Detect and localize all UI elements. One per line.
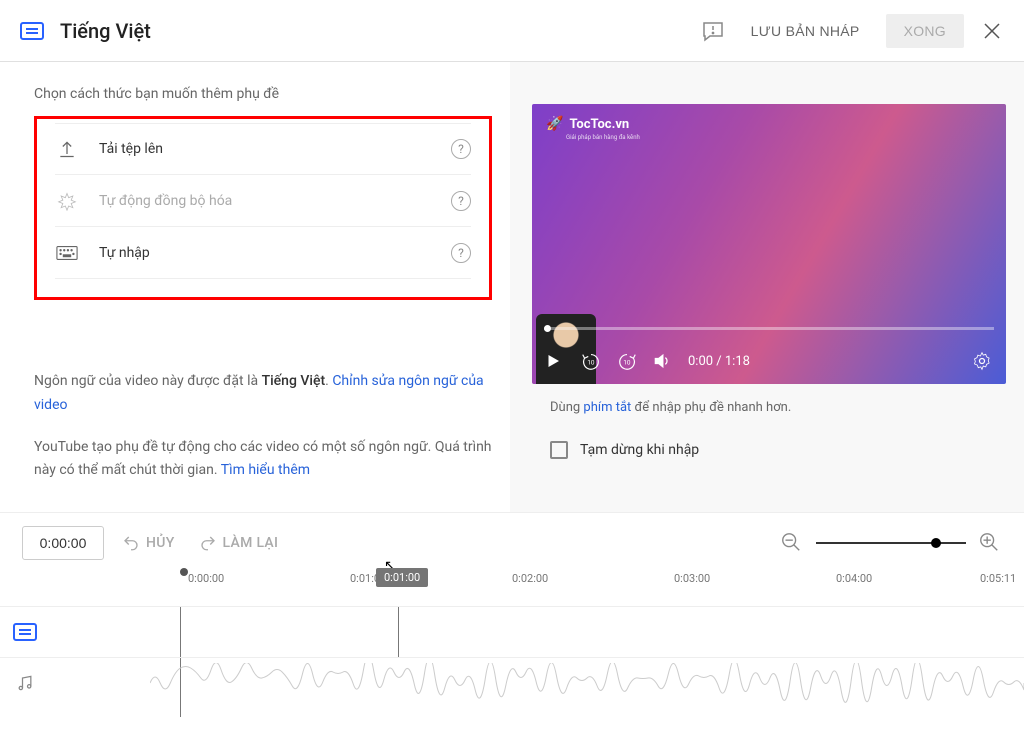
- ruler-tooltip: 0:01:00: [376, 568, 428, 587]
- page-title: Tiếng Việt: [60, 19, 151, 43]
- play-icon[interactable]: [544, 350, 566, 372]
- upload-icon: [55, 137, 79, 161]
- method-manual[interactable]: Tự nhập ?: [55, 227, 471, 279]
- redo-button[interactable]: LÀM LẠI: [193, 534, 285, 552]
- ruler-tick: 0:05:11: [980, 572, 1016, 585]
- header: Tiếng Việt LƯU BẢN NHÁP XONG: [0, 0, 1024, 62]
- pause-checkbox-label: Tạm dừng khi nhập: [580, 442, 699, 458]
- ruler-tick: 0:04:00: [836, 572, 872, 585]
- volume-icon[interactable]: [652, 350, 674, 372]
- save-draft-button[interactable]: LƯU BẢN NHÁP: [741, 15, 870, 47]
- video-time: 0:00 / 1:18: [688, 354, 750, 369]
- help-icon[interactable]: ?: [451, 243, 471, 263]
- method-upload[interactable]: Tải tệp lên ?: [55, 123, 471, 175]
- help-icon[interactable]: ?: [451, 139, 471, 159]
- help-icon[interactable]: ?: [451, 191, 471, 211]
- watermark-subtitle: Giải pháp bán hàng đa kênh: [566, 134, 640, 141]
- language-info: Ngôn ngữ của video này được đặt là Tiếng…: [34, 370, 492, 418]
- svg-text:10: 10: [587, 359, 595, 367]
- ruler-tick: 0:03:00: [674, 572, 710, 585]
- feedback-icon[interactable]: [701, 19, 725, 43]
- hint-text-b: để nhập phụ đề nhanh hơn.: [631, 400, 791, 415]
- ruler-tick: 0:00:00: [188, 572, 224, 585]
- forward-10-icon[interactable]: 10: [616, 350, 638, 372]
- undo-button[interactable]: HỦY: [116, 534, 181, 552]
- autosync-icon: [55, 189, 79, 213]
- video-watermark: 🚀 TocToc.vn: [546, 116, 629, 132]
- track-area: [0, 606, 1024, 707]
- ruler-tick: 0:02:00: [512, 572, 548, 585]
- close-icon[interactable]: [980, 19, 1004, 43]
- rewind-10-icon[interactable]: 10: [580, 350, 602, 372]
- right-pane: 🚀 TocToc.vn Giải pháp bán hàng đa kênh 10…: [510, 62, 1024, 512]
- method-upload-label: Tải tệp lên: [99, 141, 431, 157]
- zoom-in-icon[interactable]: [978, 531, 1002, 555]
- subtitle-track-body[interactable]: [150, 607, 1024, 657]
- zoom-slider[interactable]: [816, 542, 966, 544]
- keyboard-hint: Dùng phím tắt để nhập phụ đề nhanh hơn.: [550, 400, 1024, 415]
- timeline-toolbar: HỦY LÀM LẠI: [0, 512, 1024, 572]
- subtitle-track[interactable]: [0, 607, 1024, 657]
- method-autosync-label: Tự động đồng bộ hóa: [99, 193, 431, 209]
- settings-icon[interactable]: [972, 350, 994, 372]
- subtitle-track-icon: [0, 623, 50, 641]
- audio-track-body[interactable]: [150, 658, 1024, 707]
- svg-text:10: 10: [623, 359, 631, 367]
- main: Chọn cách thức bạn muốn thêm phụ đề Tải …: [0, 62, 1024, 512]
- header-left: Tiếng Việt: [20, 19, 151, 43]
- method-box: Tải tệp lên ? Tự động đồng bộ hóa ? Tự n…: [34, 116, 492, 300]
- rocket-icon: 🚀: [546, 116, 563, 132]
- left-pane: Chọn cách thức bạn muốn thêm phụ đề Tải …: [0, 62, 510, 512]
- ruler-start-marker: [180, 568, 188, 576]
- waveform: [150, 658, 1024, 707]
- time-input[interactable]: [22, 526, 104, 560]
- method-manual-label: Tự nhập: [99, 245, 431, 261]
- shortcut-link[interactable]: phím tắt: [583, 400, 631, 415]
- pause-checkbox-row[interactable]: Tạm dừng khi nhập: [550, 441, 1024, 459]
- header-right: LƯU BẢN NHÁP XONG: [701, 14, 1004, 48]
- subtitle-icon: [20, 22, 44, 40]
- audio-track[interactable]: [0, 657, 1024, 707]
- audio-track-icon: [0, 673, 50, 693]
- watermark-text: TocToc.vn: [569, 117, 629, 132]
- video-progress[interactable]: [544, 327, 994, 330]
- video-controls: 10 10 0:00 / 1:18: [544, 350, 994, 372]
- keyboard-icon: [55, 241, 79, 265]
- learn-more-link[interactable]: Tìm hiểu thêm: [221, 462, 310, 478]
- done-button[interactable]: XONG: [886, 14, 964, 48]
- scrub-line: [398, 607, 399, 657]
- hint-text-a: Dùng: [550, 400, 583, 415]
- prompt-text: Chọn cách thức bạn muốn thêm phụ đề: [34, 86, 492, 102]
- checkbox-icon[interactable]: [550, 441, 568, 459]
- method-autosync: Tự động đồng bộ hóa ?: [55, 175, 471, 227]
- undo-label: HỦY: [146, 535, 175, 551]
- zoom-controls: [780, 531, 1002, 555]
- info-text-1a: Ngôn ngữ của video này được đặt là: [34, 373, 262, 389]
- video-preview[interactable]: 🚀 TocToc.vn Giải pháp bán hàng đa kênh 10…: [532, 104, 1006, 384]
- auto-caption-info: YouTube tạo phụ đề tự động cho các video…: [34, 436, 492, 484]
- zoom-out-icon[interactable]: [780, 531, 804, 555]
- redo-label: LÀM LẠI: [223, 535, 279, 551]
- info-text-lang: Tiếng Việt: [262, 373, 326, 389]
- timeline-ruler[interactable]: 0:00:00 0:01:00 0:02:00 0:03:00 0:04:00 …: [150, 572, 1002, 606]
